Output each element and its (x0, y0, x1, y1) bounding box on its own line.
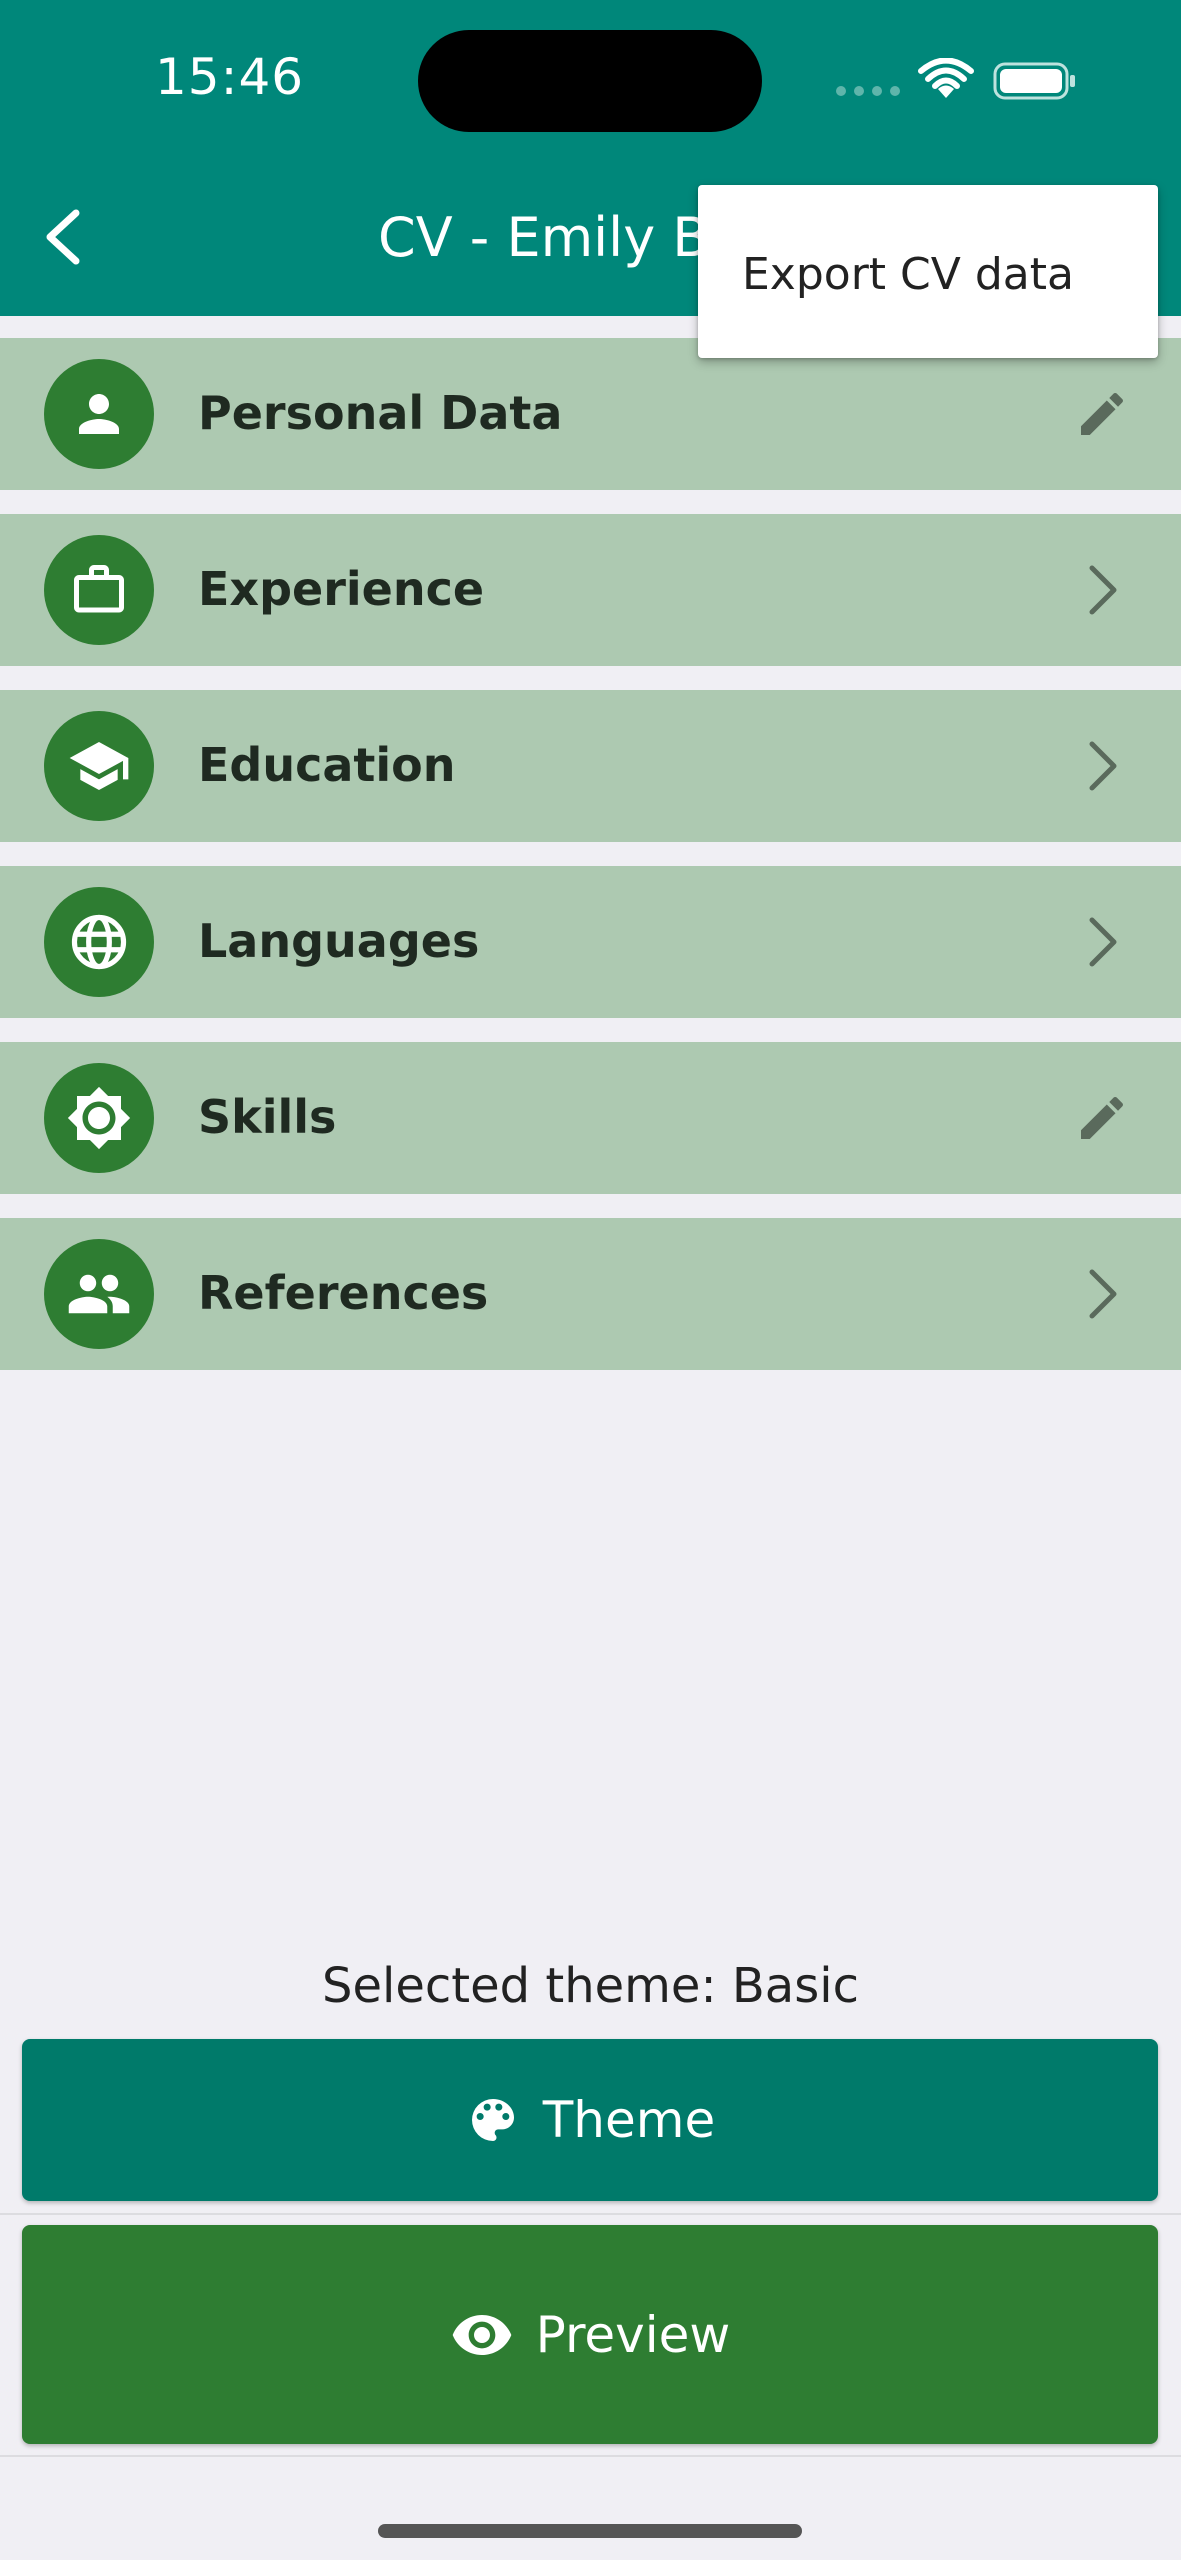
page-title: CV - Emily B (378, 206, 710, 269)
palette-icon (471, 2099, 514, 2141)
preview-button-label: Preview (535, 2305, 731, 2364)
chevron-right-icon[interactable] (1070, 736, 1134, 796)
back-button[interactable] (38, 207, 86, 267)
section-label: Skills (198, 1090, 337, 1144)
section-label: Personal Data (198, 386, 563, 440)
theme-button-label: Theme (542, 2091, 716, 2149)
home-indicator[interactable] (378, 2524, 802, 2538)
briefcase-icon (44, 535, 154, 645)
export-cv-data-menu-item[interactable]: Export CV data (742, 249, 1074, 300)
section-row-skills[interactable]: Skills (0, 1042, 1181, 1194)
chevron-right-icon[interactable] (1070, 560, 1134, 620)
people-icon (44, 1239, 154, 1349)
section-label: References (198, 1266, 489, 1320)
section-row-education[interactable]: Education (0, 690, 1181, 842)
edit-icon[interactable] (1070, 1088, 1134, 1148)
selected-theme-label: Selected theme: Basic (322, 1958, 859, 2014)
section-row-personal-data[interactable]: Personal Data (0, 338, 1181, 490)
globe-icon (44, 887, 154, 997)
battery-icon (993, 62, 1075, 100)
eye-icon (452, 2314, 512, 2355)
section-row-references[interactable]: References (0, 1218, 1181, 1370)
person-icon (44, 359, 154, 469)
overflow-popup-menu: Export CV data (698, 185, 1158, 358)
preview-button[interactable]: Preview (22, 2225, 1158, 2444)
divider (0, 2213, 1181, 2215)
graduation-cap-icon (44, 711, 154, 821)
status-time: 15:46 (155, 48, 305, 106)
section-row-experience[interactable]: Experience (0, 514, 1181, 666)
section-label: Education (198, 738, 456, 792)
edit-icon[interactable] (1070, 384, 1134, 444)
section-label: Languages (198, 914, 480, 968)
chevron-right-icon[interactable] (1070, 912, 1134, 972)
brightness-icon (44, 1063, 154, 1173)
section-label: Experience (198, 562, 485, 616)
section-row-languages[interactable]: Languages (0, 866, 1181, 1018)
chevron-right-icon[interactable] (1070, 1264, 1134, 1324)
dynamic-island (418, 30, 762, 132)
wifi-icon (918, 58, 974, 98)
cellular-signal-icon (836, 86, 900, 98)
theme-button[interactable]: Theme (22, 2039, 1158, 2201)
divider (0, 2455, 1181, 2457)
